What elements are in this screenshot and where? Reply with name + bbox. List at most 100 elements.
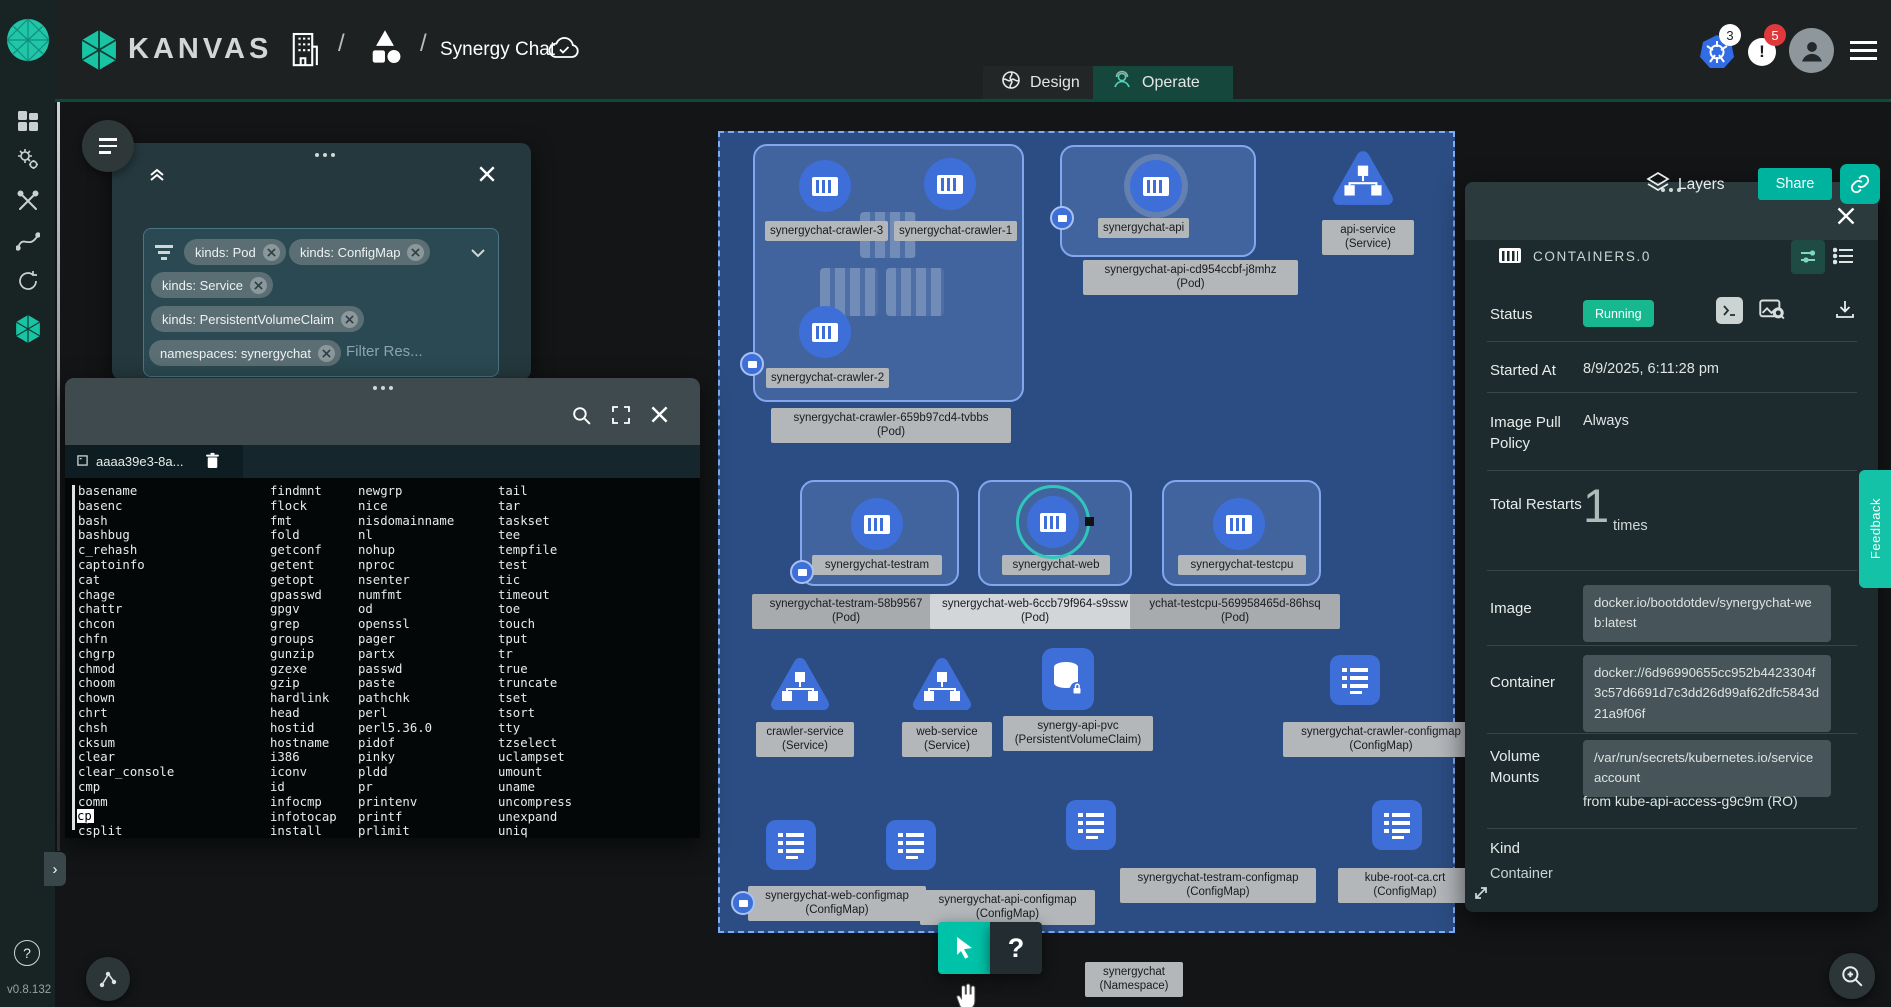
- layers-button[interactable]: Layers: [1646, 170, 1725, 199]
- service-label[interactable]: web-service(Service): [902, 722, 992, 757]
- feedback-tab[interactable]: Feedback: [1859, 470, 1891, 588]
- service-label[interactable]: api-service(Service): [1322, 220, 1414, 255]
- expand-drawer-chevron[interactable]: ›: [44, 852, 66, 886]
- pod-badge-icon[interactable]: [790, 560, 814, 584]
- kanvas-logo-icon[interactable]: [80, 30, 118, 75]
- filter-close-icon[interactable]: [478, 165, 496, 188]
- zoom-search-button[interactable]: [1829, 953, 1875, 999]
- pod-badge-icon[interactable]: [740, 352, 764, 376]
- configmap-node-api[interactable]: [886, 820, 936, 870]
- service-label[interactable]: crawler-service(Service): [756, 722, 854, 757]
- workspace-shapes-icon[interactable]: [366, 28, 404, 71]
- filter-chip[interactable]: kinds: ConfigMap: [289, 239, 430, 265]
- terminal-output[interactable]: basename basenc bash bashbug c_rehash ca…: [65, 478, 700, 838]
- trash-icon[interactable]: [205, 452, 220, 472]
- route-curve-icon[interactable]: [15, 228, 41, 254]
- pvc-node[interactable]: [1042, 648, 1094, 710]
- service-node-crawler-service[interactable]: [768, 655, 832, 718]
- pvc-label[interactable]: synergy-api-pvc(PersistentVolumeClaim): [1003, 716, 1153, 751]
- terminal-titlebar[interactable]: [65, 378, 700, 445]
- cloud-sync-icon[interactable]: [547, 36, 581, 67]
- configmap-node-kube-root-ca[interactable]: [1372, 800, 1422, 850]
- pod-resource-label[interactable]: synergychat-web-6ccb79f964-s9ssw(Pod): [930, 594, 1140, 629]
- terminal-drag-handle[interactable]: [373, 386, 393, 390]
- container-node-crawler-2[interactable]: [799, 306, 851, 358]
- terminal-fullscreen-icon[interactable]: [611, 405, 631, 430]
- pod-resource-label[interactable]: ychat-testcpu-569958465d-86hsq(Pod): [1130, 594, 1340, 629]
- filter-chip[interactable]: kinds: Pod: [184, 239, 286, 265]
- meshery-logo-icon[interactable]: [6, 18, 50, 67]
- container-node-testcpu[interactable]: [1213, 498, 1265, 550]
- select-tool-button[interactable]: [938, 922, 990, 974]
- service-node-api-service[interactable]: [1330, 148, 1396, 213]
- open-terminal-button[interactable]: [1716, 297, 1743, 324]
- copy-link-button[interactable]: [1840, 164, 1880, 204]
- organization-icon[interactable]: [288, 30, 318, 73]
- pod-badge-icon[interactable]: [1050, 206, 1074, 230]
- drawer-edge-line[interactable]: [57, 101, 60, 851]
- pod-resource-label[interactable]: synergychat-crawler-659b97cd4-tvbbs(Pod): [771, 408, 1011, 443]
- toolbox-icon[interactable]: [15, 188, 41, 214]
- configmap-label[interactable]: synergychat-crawler-configmap(ConfigMap): [1283, 722, 1479, 757]
- pod-resource-label[interactable]: synergychat-testram-58b9567(Pod): [752, 594, 940, 629]
- container-node-crawler-3[interactable]: [799, 160, 851, 212]
- chip-remove-icon[interactable]: [341, 311, 358, 328]
- filter-search-input[interactable]: Filter Res...: [346, 343, 423, 360]
- container-node-testram[interactable]: [851, 498, 903, 550]
- settings-gears-icon[interactable]: [15, 146, 41, 172]
- terminal-scrollbar[interactable]: [72, 485, 75, 830]
- container-node-crawler-1[interactable]: [924, 158, 976, 210]
- configmap-label[interactable]: synergychat-web-configmap(ConfigMap): [748, 886, 926, 921]
- pod-badge-icon[interactable]: [731, 891, 755, 915]
- container-node-api[interactable]: [1130, 160, 1182, 212]
- dashboard-icon[interactable]: [15, 108, 41, 134]
- chip-remove-icon[interactable]: [407, 244, 424, 261]
- tab-operate[interactable]: Operate: [1093, 66, 1233, 99]
- avatar[interactable]: [1789, 28, 1834, 73]
- configmap-label[interactable]: synergychat-testram-configmap(ConfigMap): [1120, 868, 1316, 903]
- details-title: CONTAINERS.0: [1533, 249, 1651, 264]
- pod-resource-label[interactable]: synergychat-api-cd954ccbf-j8mhz(Pod): [1083, 260, 1298, 295]
- terminal-session-tab[interactable]: aaaa39e3-8a...: [65, 445, 243, 478]
- chip-remove-icon[interactable]: [250, 277, 267, 294]
- service-node-web-service[interactable]: [910, 655, 974, 718]
- breadcrumb-project-name[interactable]: Synergy Chat: [440, 39, 555, 61]
- volume-mounts-path[interactable]: /var/run/secrets/kubernetes.io/serviceac…: [1583, 740, 1831, 797]
- list-view-icon[interactable]: [1833, 246, 1855, 271]
- graph-layout-button[interactable]: [86, 957, 130, 1001]
- filter-chip[interactable]: kinds: Service: [151, 272, 273, 298]
- configmap-label[interactable]: kube-root-ca.crt(ConfigMap): [1338, 868, 1472, 903]
- menu-hamburger-icon[interactable]: [1850, 41, 1877, 60]
- configmap-node-web[interactable]: [766, 820, 816, 870]
- filter-chip[interactable]: kinds: PersistentVolumeClaim: [151, 306, 364, 332]
- chip-remove-icon[interactable]: [263, 244, 280, 261]
- help-tool-button[interactable]: ?: [990, 922, 1042, 974]
- details-close-icon[interactable]: [1836, 206, 1856, 231]
- filter-panel-drag-handle[interactable]: [315, 153, 335, 157]
- sync-orbit-icon[interactable]: [15, 268, 41, 294]
- filter-menu-button[interactable]: [82, 120, 134, 172]
- chip-remove-icon[interactable]: [318, 345, 335, 362]
- terminal-search-icon[interactable]: [571, 405, 592, 431]
- kanvas-rail-icon[interactable]: [15, 316, 41, 342]
- help-icon[interactable]: ?: [14, 940, 40, 966]
- collapse-icon[interactable]: [148, 165, 166, 188]
- container-value[interactable]: docker://6d96990655cc952b4423304f3c57d66…: [1583, 655, 1831, 732]
- download-icon[interactable]: [1834, 298, 1856, 325]
- namespace-label[interactable]: synergychat(Namespace): [1085, 962, 1183, 997]
- terminal-close-icon[interactable]: [650, 405, 669, 429]
- configmap-node-crawler[interactable]: [1330, 655, 1380, 705]
- configmap-label[interactable]: synergychat-api-configmap(ConfigMap): [920, 890, 1095, 925]
- configmap-node-testram[interactable]: [1066, 800, 1116, 850]
- expand-panel-icon[interactable]: [1472, 884, 1490, 907]
- share-button[interactable]: Share: [1758, 168, 1832, 200]
- image-inspect-button[interactable]: [1758, 296, 1785, 328]
- view-config-toggle[interactable]: [1791, 240, 1825, 274]
- selection-handle[interactable]: [1085, 517, 1094, 526]
- filter-chip[interactable]: namespaces: synergychat: [149, 340, 341, 366]
- image-value[interactable]: docker.io/bootdotdev/synergychat-web:lat…: [1583, 585, 1831, 642]
- chevron-down-icon[interactable]: [471, 245, 485, 263]
- filter-input-box[interactable]: kinds: Pod kinds: ConfigMap kinds: Servi…: [143, 228, 499, 377]
- layers-label: Layers: [1678, 176, 1725, 194]
- tab-design[interactable]: Design: [983, 66, 1098, 99]
